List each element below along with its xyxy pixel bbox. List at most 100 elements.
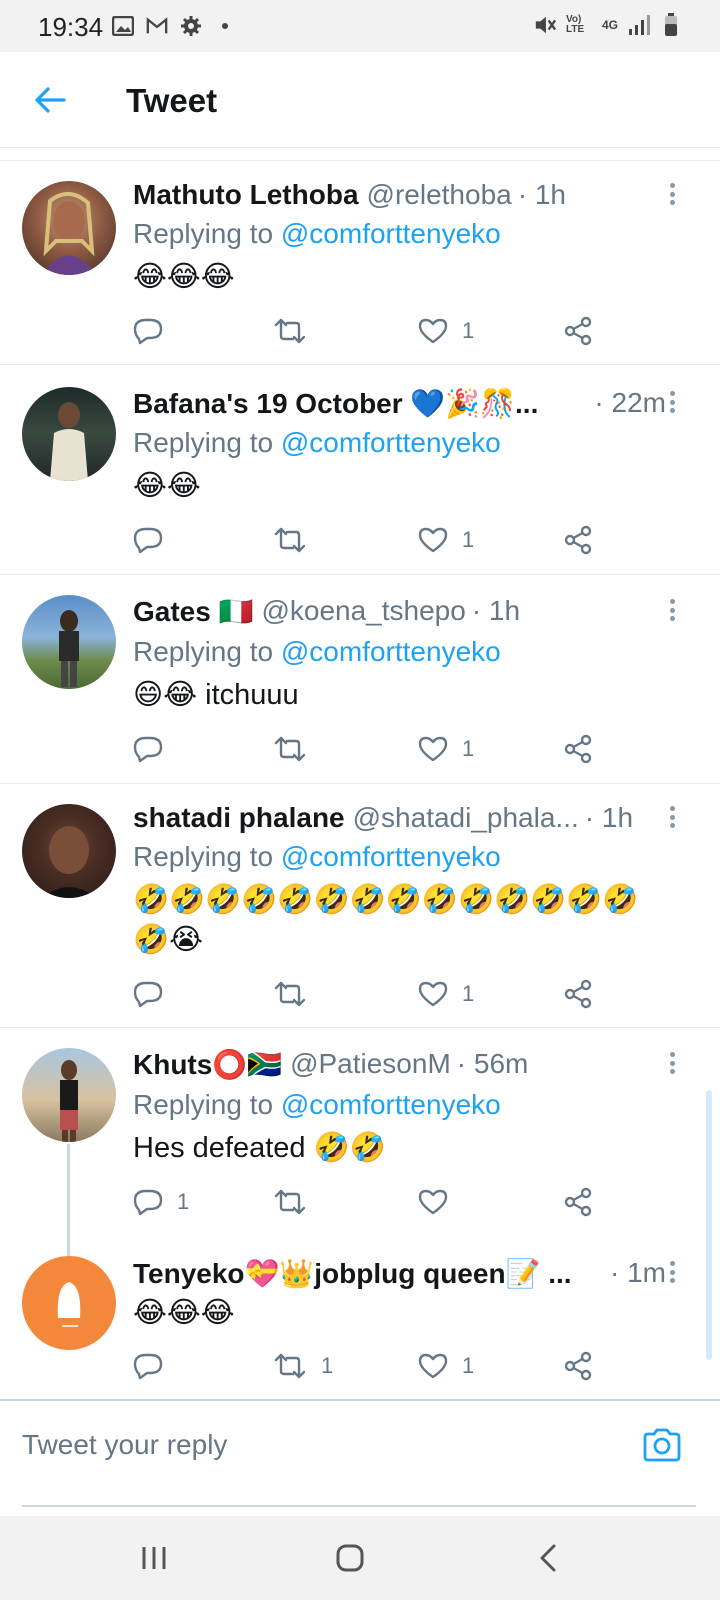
recents-button[interactable] — [134, 1538, 174, 1578]
tweet-author-name[interactable]: Khuts⭕🇿🇦 — [133, 1048, 282, 1081]
tweet-author-name[interactable]: Mathuto Lethoba — [133, 179, 359, 211]
tweet-time: · 56m — [456, 1048, 529, 1079]
signal-icon — [628, 14, 650, 36]
avatar[interactable] — [22, 1048, 116, 1142]
camera-button[interactable] — [642, 1427, 682, 1467]
like-button[interactable] — [418, 1182, 462, 1222]
avatar[interactable] — [22, 1256, 116, 1350]
like-button[interactable]: 1 — [418, 729, 474, 769]
tweet-text: 🤣🤣🤣🤣🤣🤣🤣🤣🤣🤣🤣🤣🤣🤣🤣😭 — [133, 884, 639, 956]
retweet-icon — [274, 527, 306, 553]
reply-count: 1 — [177, 1189, 190, 1214]
tweet-time: · 1h — [584, 802, 634, 833]
tweet-author-name[interactable]: shatadi phalane — [133, 802, 345, 834]
avatar[interactable] — [22, 595, 116, 689]
like-button[interactable]: 1 — [418, 520, 474, 560]
mention-link[interactable]: @comforttenyeko — [281, 427, 501, 458]
camera-icon — [643, 1428, 681, 1462]
battery-icon — [660, 13, 682, 36]
tweet-author-handle[interactable]: @koena_tshepo — [261, 595, 465, 627]
more-options-icon[interactable] — [662, 1048, 682, 1078]
like-button[interactable]: 1 — [418, 974, 474, 1014]
like-count: 1 — [462, 981, 475, 1006]
tweet-time: · 1h — [517, 179, 566, 210]
like-button[interactable]: 1 — [418, 1346, 474, 1386]
tweet-item[interactable]: Gates 🇮🇹 @koena_tshepo · 1h Replying to … — [0, 575, 720, 784]
status-bar: 19:34 Vo) LTE 4G — [0, 0, 720, 52]
reply-button[interactable]: 1 — [133, 1182, 189, 1222]
home-button[interactable] — [330, 1538, 370, 1578]
tweet-text: Hes defeated 🤣🤣 — [133, 1132, 386, 1164]
tweet-author-handle[interactable]: @PatiesonM — [290, 1048, 451, 1080]
more-options-icon[interactable] — [662, 595, 682, 625]
dot-icon — [214, 15, 236, 37]
tweet-item[interactable]: Bafana's 19 October 💙🎉🎊... · 22m Replyin… — [0, 365, 720, 575]
mention-link[interactable]: @comforttenyeko — [281, 636, 501, 667]
tweet-author-name[interactable]: Tenyeko💝👑jobplug queen📝 ... — [133, 1257, 572, 1290]
reply-button[interactable] — [133, 520, 177, 560]
reply-input[interactable]: Tweet your reply — [22, 1429, 622, 1461]
retweet-button[interactable] — [273, 311, 321, 351]
retweet-button[interactable] — [273, 520, 321, 560]
like-button[interactable]: 1 — [418, 311, 474, 351]
4g-icon: 4G — [601, 18, 618, 32]
like-count: 1 — [462, 527, 475, 552]
retweet-icon — [274, 1353, 306, 1379]
image-icon — [112, 15, 134, 37]
retweet-button[interactable] — [273, 1182, 321, 1222]
like-count: 1 — [462, 318, 475, 343]
tweet-time: · 22m — [594, 387, 666, 418]
reply-button[interactable] — [133, 729, 177, 769]
replying-to: Replying to @comforttenyeko — [133, 427, 501, 459]
share-button[interactable] — [563, 729, 593, 769]
mention-link[interactable]: @comforttenyeko — [281, 1089, 501, 1120]
share-icon — [564, 1351, 592, 1381]
scrollbar[interactable] — [706, 1090, 712, 1360]
share-button[interactable] — [563, 1182, 593, 1222]
settings-icon — [180, 15, 202, 37]
avatar[interactable] — [22, 387, 116, 481]
share-icon — [564, 734, 592, 764]
retweet-button[interactable] — [273, 974, 321, 1014]
tweet-actions: 1 1 — [133, 1346, 613, 1386]
tweet-item[interactable]: shatadi phalane @shatadi_phala... · 1h R… — [0, 784, 720, 1028]
more-options-icon[interactable] — [662, 179, 682, 209]
share-icon — [564, 979, 592, 1009]
tweet-author-name[interactable]: Bafana's 19 October 💙🎉🎊... — [133, 387, 538, 420]
back-arrow-button[interactable] — [30, 80, 70, 120]
mention-link[interactable]: @comforttenyeko — [281, 218, 501, 249]
tweet-time: · 1h — [471, 595, 521, 626]
reply-button[interactable] — [133, 1346, 177, 1386]
retweet-button[interactable] — [273, 729, 321, 769]
more-options-icon[interactable] — [662, 387, 682, 417]
reply-button[interactable] — [133, 974, 177, 1014]
more-options-icon[interactable] — [662, 1257, 682, 1287]
reply-button[interactable] — [133, 311, 177, 351]
avatar[interactable] — [22, 181, 116, 275]
home-icon — [336, 1544, 364, 1572]
share-button[interactable] — [563, 1346, 593, 1386]
share-icon — [564, 525, 592, 555]
share-button[interactable] — [563, 520, 593, 560]
share-button[interactable] — [563, 974, 593, 1014]
tweet-item[interactable]: Mathuto Lethoba @relethoba · 1h Replying… — [0, 161, 720, 365]
nav-back-button[interactable] — [528, 1538, 568, 1578]
tweet-header: Khuts⭕🇿🇦 @PatiesonM · 56m — [133, 1046, 666, 1082]
retweet-icon — [274, 1189, 306, 1215]
like-count: 1 — [462, 736, 475, 761]
tweet-author-handle[interactable]: @shatadi_phala... — [353, 802, 579, 834]
heart-icon — [418, 736, 448, 762]
mention-link[interactable]: @comforttenyeko — [281, 841, 501, 872]
tweet-author-name[interactable]: Gates 🇮🇹 — [133, 595, 253, 628]
heart-icon — [418, 981, 448, 1007]
more-options-icon[interactable] — [662, 802, 682, 832]
tweet-author-handle[interactable]: @relethoba — [367, 179, 512, 211]
system-nav-bar — [0, 1516, 720, 1600]
avatar[interactable] — [22, 804, 116, 898]
reply-icon — [133, 318, 163, 345]
tweet-text: 😄😂 itchuuu — [133, 679, 299, 711]
status-time: 19:34 — [38, 12, 104, 42]
share-button[interactable] — [563, 311, 593, 351]
tweet-text: 😂😂😂 — [133, 261, 235, 293]
retweet-button[interactable]: 1 — [273, 1346, 333, 1386]
